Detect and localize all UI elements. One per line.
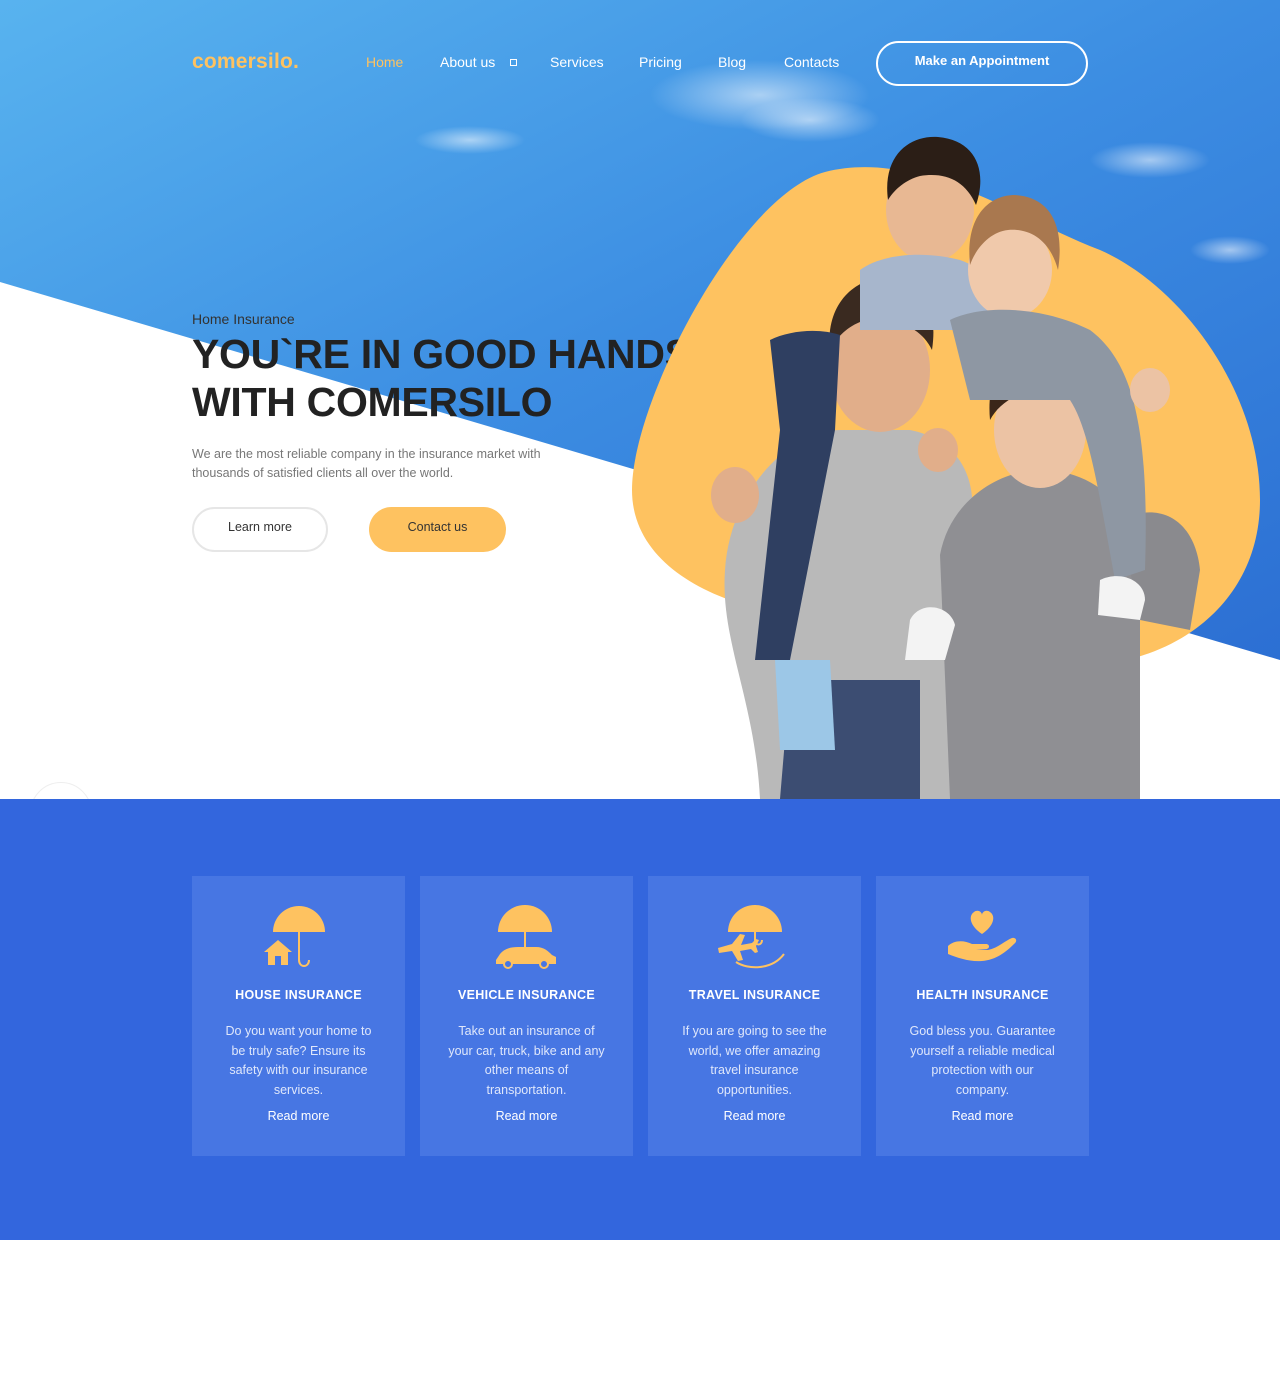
nav-item-about[interactable]: About us: [440, 54, 495, 70]
nav-item-contacts[interactable]: Contacts: [784, 54, 839, 70]
nav-item-pricing[interactable]: Pricing: [639, 54, 682, 70]
service-card-title: VEHICLE INSURANCE: [457, 988, 596, 1002]
car-umbrella-icon: [486, 904, 566, 970]
nav-item-home[interactable]: Home: [366, 54, 403, 70]
service-card-title: TRAVEL INSURANCE: [688, 988, 821, 1002]
hero-description-line-2: thousands of satisfied clients all over …: [192, 466, 454, 480]
nav-item-blog[interactable]: Blog: [718, 54, 746, 70]
read-more-link[interactable]: Read more: [648, 1109, 861, 1123]
nav-item-services[interactable]: Services: [550, 54, 604, 70]
service-card-vehicle: VEHICLE INSURANCE Take out an insurance …: [420, 876, 633, 1156]
hero-section: comersilo. Home About us Services Pricin…: [0, 0, 1280, 799]
house-umbrella-icon: [258, 904, 338, 970]
service-card-description: Take out an insurance of your car, truck…: [448, 1024, 605, 1097]
contact-us-button[interactable]: Contact us: [369, 507, 506, 552]
main-nav: Home About us Services Pricing Blog Cont…: [0, 54, 1280, 74]
read-more-link[interactable]: Read more: [876, 1109, 1089, 1123]
service-card-title: HOUSE INSURANCE: [235, 988, 362, 1002]
service-card-description: Do you want your home to be truly safe? …: [225, 1024, 372, 1097]
service-card-description: If you are going to see the world, we of…: [682, 1024, 827, 1097]
dropdown-caret-icon[interactable]: [510, 59, 517, 66]
service-card-description: God bless you. Guarantee yourself a reli…: [909, 1024, 1056, 1097]
hero-description: We are the most reliable company in the …: [192, 445, 572, 483]
hero-eyebrow: Home Insurance: [192, 311, 295, 327]
family-photo: [620, 100, 1280, 799]
service-card-house: HOUSE INSURANCE Do you want your home to…: [192, 876, 405, 1156]
service-card-health: HEALTH INSURANCE God bless you. Guarante…: [876, 876, 1089, 1156]
service-card-title: HEALTH INSURANCE: [916, 988, 1049, 1002]
service-card-travel: TRAVEL INSURANCE If you are going to see…: [648, 876, 861, 1156]
read-more-link[interactable]: Read more: [420, 1109, 633, 1123]
heart-hand-icon: [942, 904, 1022, 970]
hero-title-line-1: YOU`RE IN GOOD HANDS: [192, 331, 692, 377]
hero-title-line-2: WITH COMERSILO: [192, 379, 553, 425]
make-appointment-button[interactable]: Make an Appointment: [876, 41, 1088, 86]
plane-umbrella-icon: [714, 904, 794, 970]
hero-description-line-1: We are the most reliable company in the …: [192, 447, 541, 461]
learn-more-button[interactable]: Learn more: [192, 507, 328, 552]
services-section: HOUSE INSURANCE Do you want your home to…: [0, 799, 1280, 1240]
read-more-link[interactable]: Read more: [192, 1109, 405, 1123]
